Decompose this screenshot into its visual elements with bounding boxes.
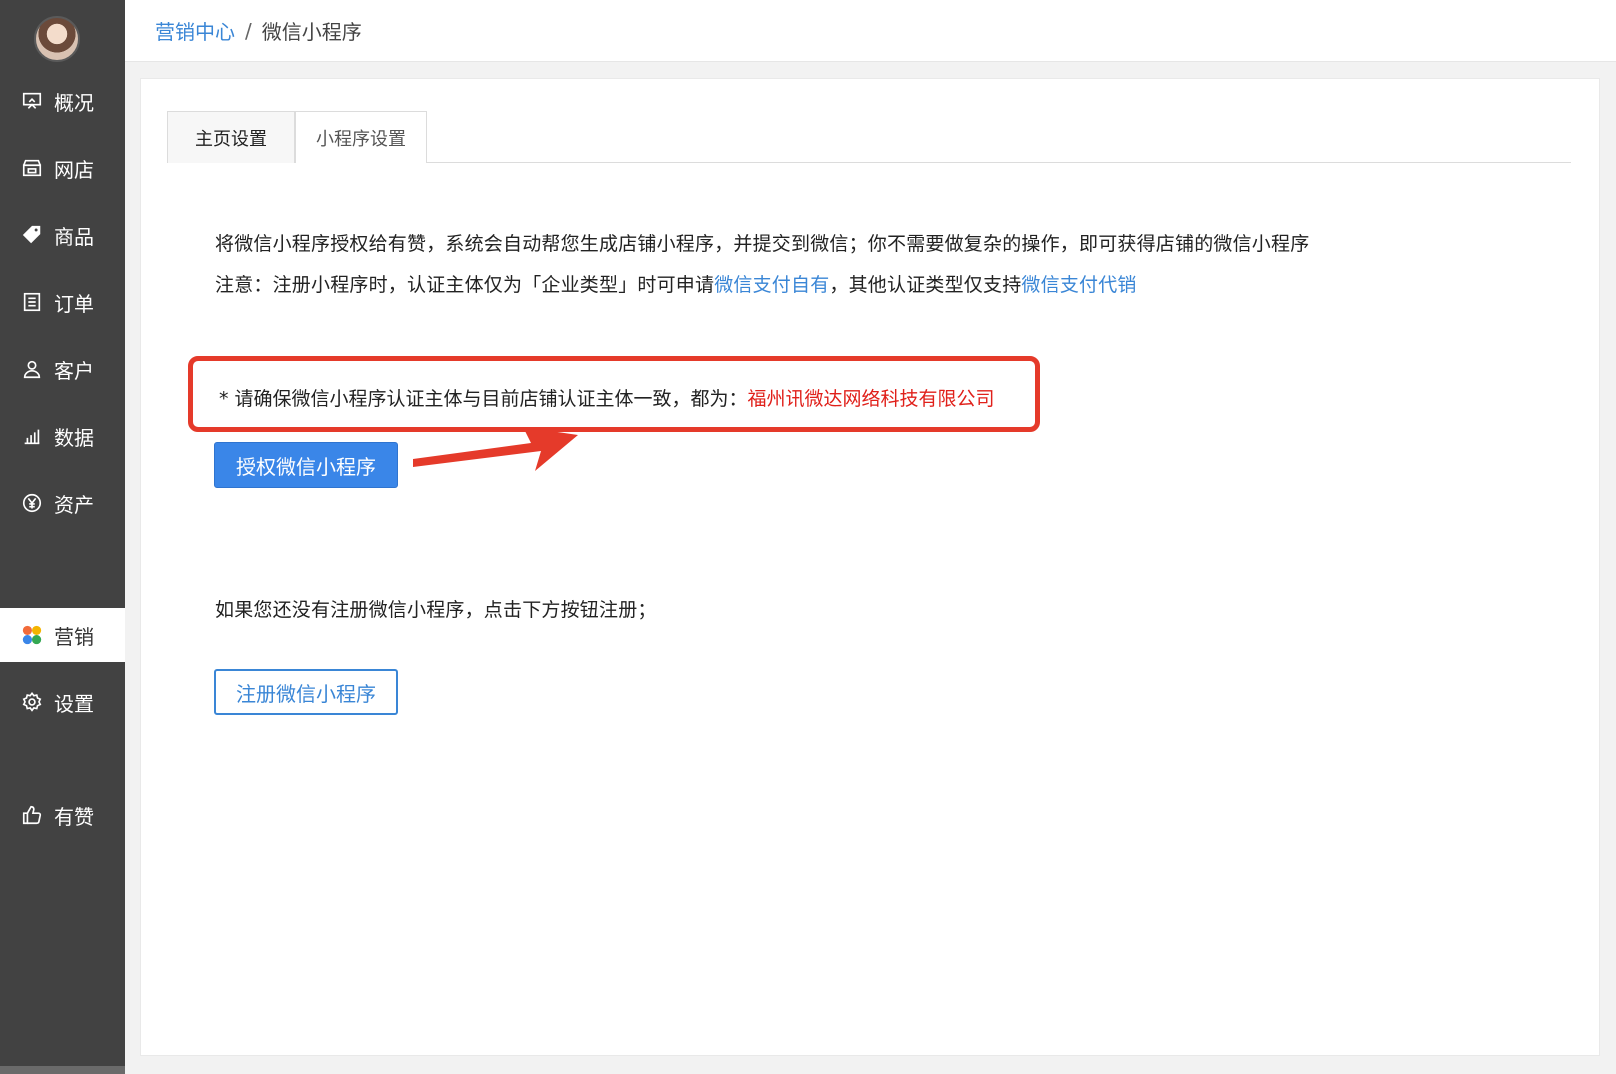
gear-icon <box>20 690 44 714</box>
breadcrumb-current: 微信小程序 <box>261 20 362 44</box>
order-icon <box>20 290 44 314</box>
avatar[interactable] <box>34 16 80 62</box>
sidebar-item-label: 商品 <box>54 224 94 249</box>
sidebar-item-label: 资产 <box>54 492 94 517</box>
entity-notice-text: * 请确保微信小程序认证主体与目前店铺认证主体一致，都为： <box>219 388 748 410</box>
sidebar-item-label: 网店 <box>54 157 94 182</box>
sidebar-item-data[interactable]: 数据 <box>0 409 125 463</box>
content-card: 主页设置 小程序设置 将微信小程序授权给有赞，系统会自动帮您生成店铺小程序，并提… <box>140 78 1600 1056</box>
annotation-arrow-icon <box>413 427 578 471</box>
authorize-miniprogram-button[interactable]: 授权微信小程序 <box>214 442 398 488</box>
sidebar-item-label: 数据 <box>54 425 94 450</box>
store-icon <box>20 156 44 180</box>
sidebar-item-settings[interactable]: 设置 <box>0 675 125 729</box>
intro-text: 将微信小程序授权给有赞，系统会自动帮您生成店铺小程序，并提交到微信；你不需要做复… <box>215 233 1310 255</box>
sidebar-item-customers[interactable]: 客户 <box>0 342 125 396</box>
sidebar-item-label: 概况 <box>54 90 94 115</box>
chart-icon <box>20 424 44 448</box>
sidebar-item-label: 设置 <box>54 691 94 716</box>
thumbs-up-icon <box>20 803 44 827</box>
note-text: 注意：注册小程序时，认证主体仅为「企业类型」时可申请微信支付自有，其他认证类型仅… <box>215 270 1137 297</box>
sidebar-item-store[interactable]: 网店 <box>0 141 125 195</box>
tab-miniprogram-settings[interactable]: 小程序设置 <box>295 111 427 163</box>
sidebar-item-orders[interactable]: 订单 <box>0 275 125 329</box>
sidebar-item-label: 有赞 <box>54 804 94 829</box>
note-prefix: 注意：注册小程序时，认证主体仅为「企业类型」时可申请 <box>215 274 715 296</box>
entity-notice: * 请确保微信小程序认证主体与目前店铺认证主体一致，都为：福州讯微达网络科技有限… <box>219 384 995 411</box>
user-icon <box>20 357 44 381</box>
yuan-icon <box>20 491 44 515</box>
sidebar-item-label: 订单 <box>54 291 94 316</box>
sidebar-item-marketing[interactable]: 营销 <box>0 608 125 662</box>
sidebar-item-youzan[interactable]: 有赞 <box>0 788 125 842</box>
sidebar-divider <box>0 1066 125 1074</box>
breadcrumb-parent-link[interactable]: 营销中心 <box>155 16 235 45</box>
sidebar-item-label: 营销 <box>54 624 94 649</box>
wechat-pay-own-link[interactable]: 微信支付自有 <box>714 274 829 296</box>
wechat-pay-agent-link[interactable]: 微信支付代销 <box>1021 274 1136 296</box>
sidebar-item-label: 客户 <box>54 358 94 383</box>
note-middle: ，其他认证类型仅支持 <box>829 274 1022 296</box>
sidebar-item-goods[interactable]: 商品 <box>0 208 125 262</box>
tag-icon <box>20 223 44 247</box>
overview-icon <box>20 89 44 113</box>
sidebar: 概况 网店 商品 订单 客户 数据 资产 营销 设置 有赞 <box>0 0 125 1074</box>
tab-bar: 主页设置 小程序设置 <box>167 111 1571 163</box>
breadcrumb-separator: / <box>245 18 252 43</box>
breadcrumb: 营销中心 / 微信小程序 <box>125 0 1616 62</box>
register-miniprogram-button[interactable]: 注册微信小程序 <box>214 669 398 715</box>
marketing-icon <box>20 623 44 647</box>
tab-homepage-settings[interactable]: 主页设置 <box>167 111 295 163</box>
company-name: 福州讯微达网络科技有限公司 <box>747 388 995 410</box>
sidebar-item-assets[interactable]: 资产 <box>0 476 125 530</box>
register-hint: 如果您还没有注册微信小程序，点击下方按钮注册； <box>215 599 657 621</box>
sidebar-item-overview[interactable]: 概况 <box>0 74 125 128</box>
